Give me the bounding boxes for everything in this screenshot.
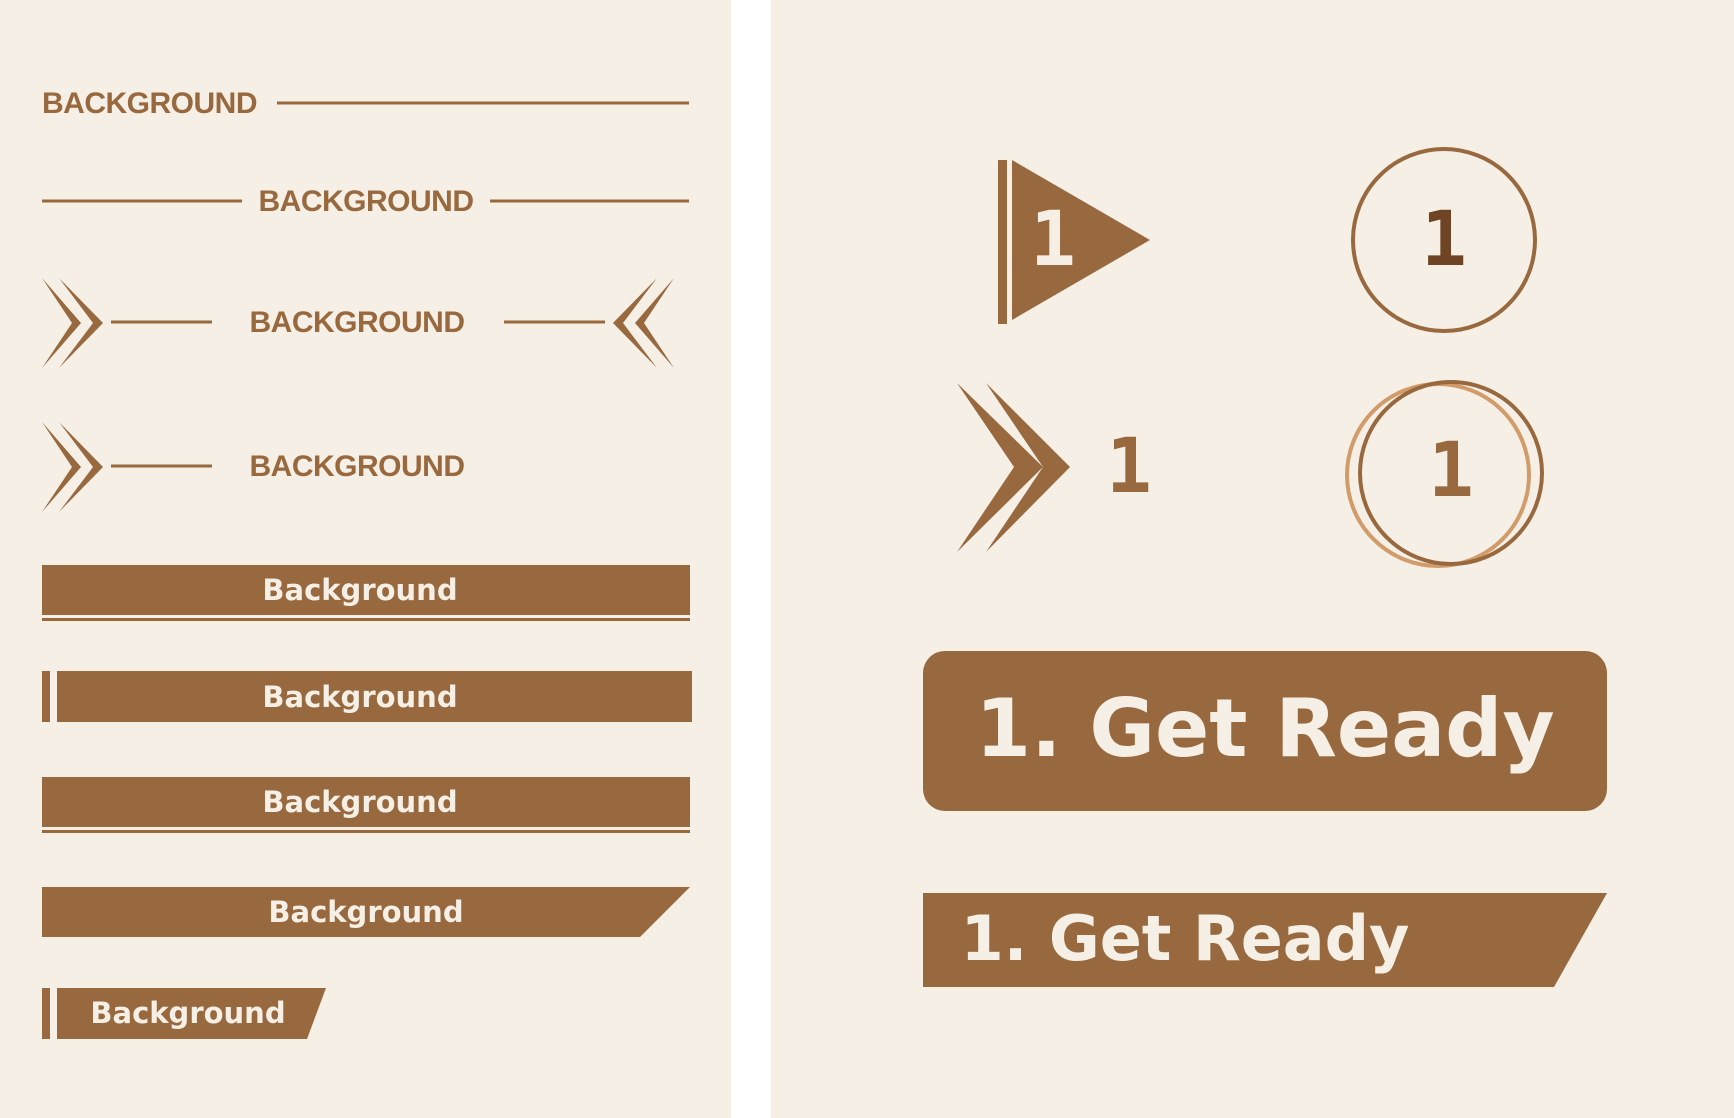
double-chevron-right-icon xyxy=(42,422,103,512)
banner-label: Background xyxy=(262,680,457,714)
right-panel: 1 1 1 1 1. Get Ready 1. Get Ready xyxy=(771,0,1734,1118)
slanted-title: 1. Get Ready xyxy=(961,902,1410,975)
tag-slanted-short: Background xyxy=(42,988,326,1039)
heading-left-aligned: BACKGROUND xyxy=(42,87,257,120)
banner-label: Background xyxy=(262,785,457,819)
left-panel-canvas: BACKGROUND BACKGROUND BACKGROUND BACKGRO… xyxy=(42,87,692,1039)
banner-slanted: Background xyxy=(42,887,690,937)
double-circle-icon: 1 xyxy=(1345,380,1544,568)
flag-number: 1 xyxy=(1030,194,1076,283)
double-circle-number: 1 xyxy=(1428,425,1474,514)
double-chevron-right-icon xyxy=(42,278,103,368)
tag-label: Background xyxy=(90,996,285,1030)
heading-chevron-left: BACKGROUND xyxy=(250,450,465,483)
rounded-title: 1. Get Ready xyxy=(975,682,1554,775)
left-panel: BACKGROUND BACKGROUND BACKGROUND BACKGRO… xyxy=(0,0,731,1118)
double-chevron-right-icon xyxy=(957,383,1070,552)
banner-left-stripe: Background xyxy=(42,671,692,722)
banner-double-line: Background xyxy=(42,777,690,833)
rounded-title-banner: 1. Get Ready xyxy=(923,651,1607,811)
heading-centered: BACKGROUND xyxy=(259,185,474,218)
circle-icon: 1 xyxy=(1351,147,1537,333)
heading-chevrons-both: BACKGROUND xyxy=(250,306,465,339)
banner-label: Background xyxy=(268,895,463,929)
slanted-title-banner: 1. Get Ready xyxy=(923,893,1607,987)
circle-number: 1 xyxy=(1421,194,1467,283)
flag-icon: 1 xyxy=(998,160,1150,324)
double-chevron-left-icon xyxy=(613,278,674,368)
banner-label: Background xyxy=(262,573,457,607)
chevron-number: 1 xyxy=(1106,421,1152,510)
right-panel-canvas: 1 1 1 1 1. Get Ready 1. Get Ready xyxy=(923,147,1607,987)
banner-underlined: Background xyxy=(42,565,690,621)
